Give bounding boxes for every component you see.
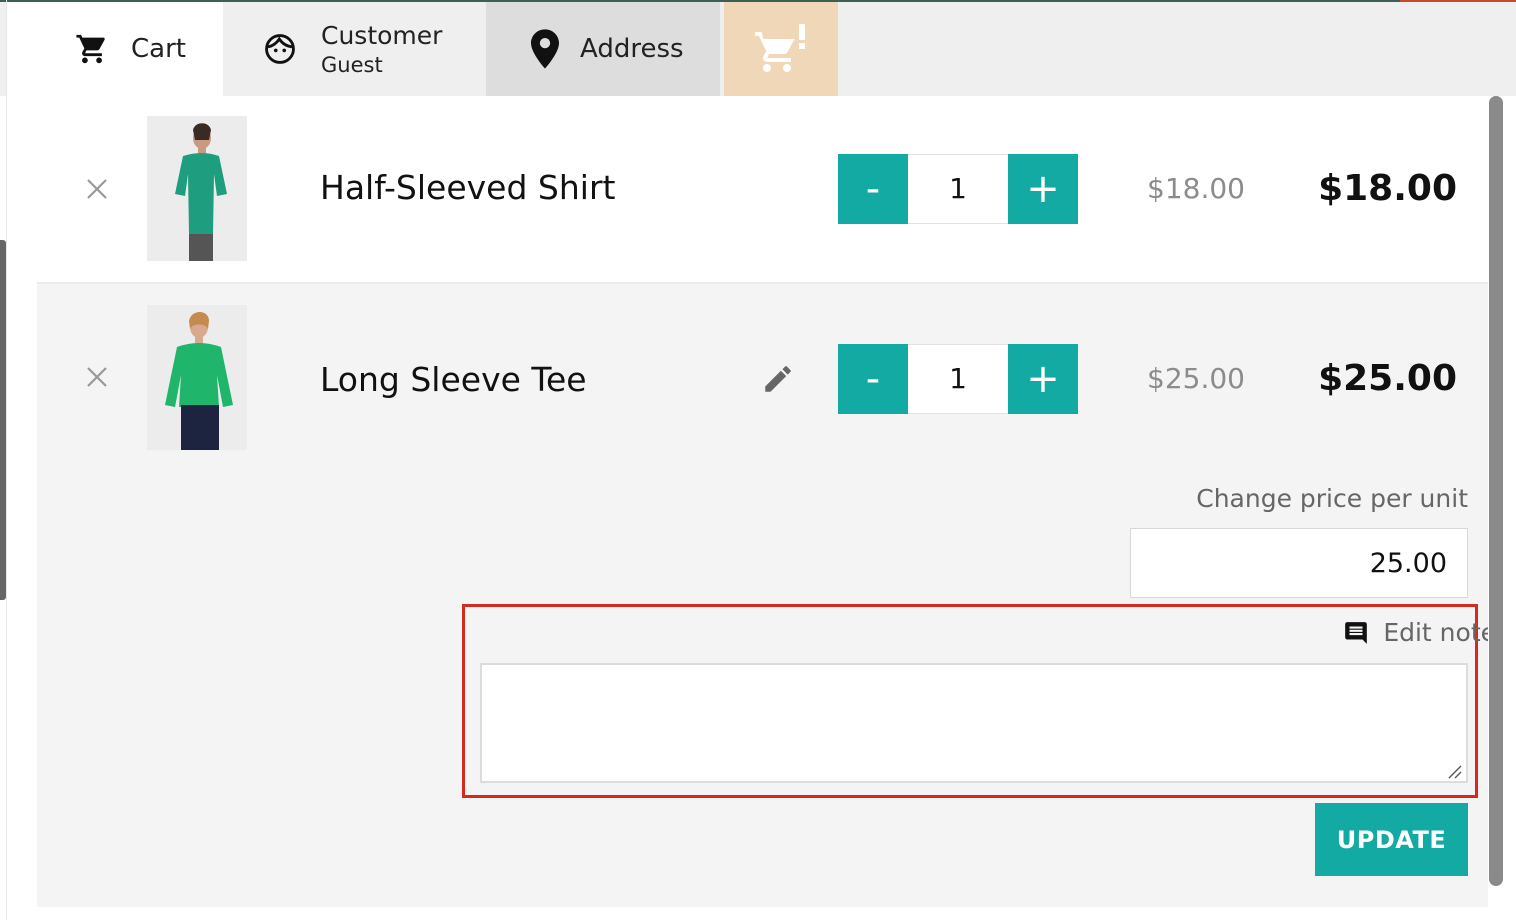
quantity-decrease-button[interactable]: - — [838, 344, 908, 414]
face-icon — [265, 34, 295, 64]
quantity-input[interactable]: 1 — [908, 154, 1008, 224]
tab-cart-warning[interactable] — [724, 2, 838, 96]
close-icon — [87, 367, 107, 387]
line-total: $25.00 — [1318, 358, 1457, 399]
product-name: Half-Sleeved Shirt — [320, 168, 616, 207]
tab-customer-label: Customer — [321, 21, 443, 51]
panel-bottom-gap — [37, 907, 1488, 920]
tab-cart-label: Cart — [131, 34, 186, 64]
product-image — [147, 116, 247, 261]
product-image — [147, 305, 247, 450]
quantity-input[interactable]: 1 — [908, 344, 1008, 414]
unit-price: $25.00 — [1147, 362, 1245, 395]
tab-customer-sub: Guest — [321, 52, 383, 77]
tab-bar: Cart Customer Guest Address — [0, 2, 1516, 96]
tab-address-label: Address — [580, 34, 684, 64]
edit-line-button[interactable] — [761, 362, 795, 396]
tab-cart[interactable]: Cart — [7, 2, 223, 96]
cart-line-1[interactable]: Half-Sleeved Shirt - 1 + $18.00 $18.00 — [37, 96, 1488, 282]
pos-cart-screen: Cart Customer Guest Address Half-Sleeved… — [0, 0, 1516, 920]
cart-warning-icon — [755, 24, 805, 72]
note-textarea[interactable] — [480, 663, 1468, 783]
product-photo — [147, 116, 247, 261]
unit-price: $18.00 — [1147, 172, 1245, 205]
line-total: $18.00 — [1318, 168, 1457, 209]
left-border — [6, 0, 7, 920]
map-pin-icon — [531, 29, 559, 69]
cart-line-2[interactable]: Long Sleeve Tee - 1 + $25.00 $25.00 Chan… — [37, 282, 1488, 907]
edit-note-label: Edit note — [1343, 618, 1496, 647]
product-photo — [147, 305, 247, 450]
remove-item-button[interactable] — [82, 174, 112, 204]
edit-note-text: Edit note — [1383, 618, 1496, 647]
resize-grip-icon[interactable] — [1446, 763, 1462, 779]
scrollbar-thumb[interactable] — [1489, 96, 1503, 886]
tab-customer[interactable]: Customer Guest — [223, 2, 486, 96]
quantity-increase-button[interactable]: + — [1008, 154, 1078, 224]
product-name: Long Sleeve Tee — [320, 360, 587, 399]
change-price-label: Change price per unit — [1196, 484, 1468, 513]
remove-item-button[interactable] — [82, 362, 112, 392]
quantity-increase-button[interactable]: + — [1008, 344, 1078, 414]
cart-icon — [76, 34, 105, 64]
tab-address[interactable]: Address — [486, 2, 720, 96]
close-icon — [87, 179, 107, 199]
quantity-decrease-button[interactable]: - — [838, 154, 908, 224]
pencil-icon — [765, 366, 791, 392]
comment-icon — [1345, 621, 1368, 644]
update-button[interactable]: UPDATE — [1315, 803, 1468, 876]
price-per-unit-input[interactable] — [1130, 528, 1468, 598]
